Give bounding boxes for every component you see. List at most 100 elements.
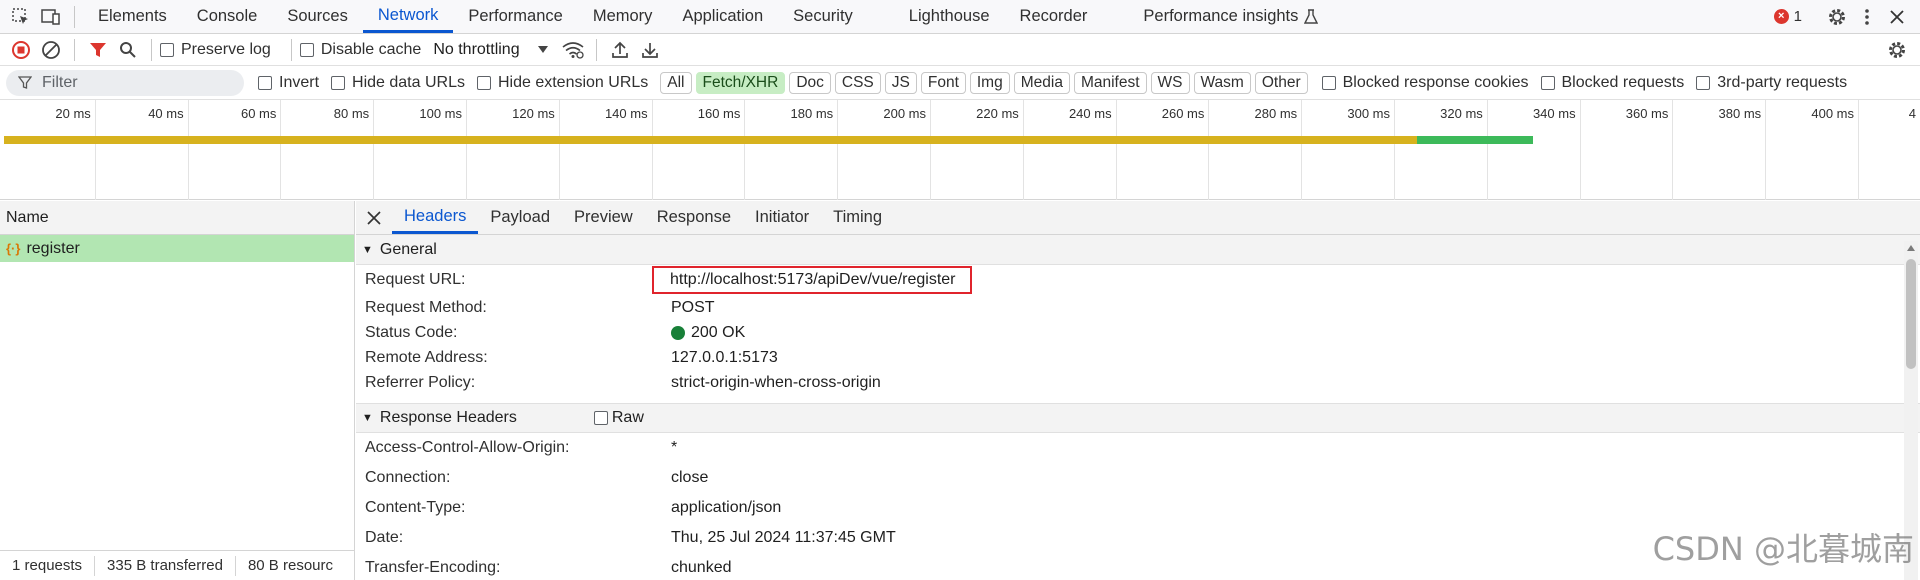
network-settings-gear-icon[interactable] — [1882, 35, 1912, 65]
type-filter-all[interactable]: All — [660, 71, 692, 94]
checkbox-box[interactable] — [160, 42, 174, 57]
more-options-icon[interactable] — [1852, 2, 1882, 32]
timeline-waiting-bar — [4, 136, 1418, 144]
tab-console[interactable]: Console — [182, 0, 273, 33]
throttling-value: No throttling — [433, 40, 520, 58]
type-filter-fetch-xhr[interactable]: Fetch/XHR — [695, 71, 786, 94]
scroll-up-arrow-icon[interactable] — [1907, 245, 1915, 251]
inspect-element-icon[interactable] — [6, 2, 36, 32]
timeline-tick-label: 240 ms — [1068, 106, 1112, 121]
checkbox-box[interactable] — [1540, 75, 1555, 90]
tab-initiator[interactable]: Initiator — [743, 201, 821, 234]
tab-elements[interactable]: Elements — [83, 0, 182, 33]
search-icon[interactable] — [113, 35, 143, 65]
tab-timing[interactable]: Timing — [821, 201, 894, 234]
timeline-gridline — [94, 100, 96, 200]
type-filter-js[interactable]: JS — [884, 71, 917, 94]
timeline-tick-label: 160 ms — [697, 106, 741, 121]
stop-recording-icon[interactable] — [6, 35, 36, 65]
network-conditions-icon[interactable] — [558, 35, 588, 65]
timeline-tick-label: 40 ms — [148, 106, 184, 121]
tab-sources[interactable]: Sources — [272, 0, 363, 33]
name-column-header[interactable]: Name — [0, 201, 354, 235]
checkbox-box[interactable] — [331, 75, 346, 90]
header-row-request-url: Request URL: http://localhost:5173/apiDe… — [356, 265, 1920, 295]
resources-size: 80 B resourc — [247, 557, 333, 574]
filter-funnel-icon — [18, 75, 32, 89]
scrollbar-thumb[interactable] — [1906, 259, 1916, 369]
checkbox-box[interactable] — [593, 411, 608, 425]
type-filter-font[interactable]: Font — [920, 71, 966, 94]
raw-checkbox[interactable]: Raw — [593, 409, 644, 427]
general-section-header[interactable]: ▼ General — [356, 235, 1920, 265]
settings-gear-icon[interactable] — [1822, 2, 1852, 32]
hide-extension-urls-checkbox[interactable]: Hide extension URLs — [476, 74, 648, 92]
checkbox-box[interactable] — [299, 42, 314, 57]
throttling-select[interactable]: No throttling — [433, 40, 548, 59]
checkbox-box[interactable] — [1321, 75, 1336, 90]
tab-application[interactable]: Application — [667, 0, 778, 33]
tab-performance[interactable]: Performance — [453, 0, 577, 33]
third-party-requests-label: 3rd-party requests — [1717, 73, 1848, 91]
tab-preview[interactable]: Preview — [562, 201, 645, 234]
response-headers-section-header[interactable]: ▼ Response Headers Raw — [356, 403, 1920, 433]
tab-lighthouse[interactable]: Lighthouse — [894, 0, 1005, 33]
status-code-text: 200 OK — [691, 323, 746, 341]
tab-performance-insights[interactable]: Performance insights — [1128, 0, 1333, 33]
blocked-response-cookies-checkbox[interactable]: Blocked response cookies — [1321, 74, 1529, 92]
export-har-icon[interactable] — [635, 35, 665, 65]
expand-triangle-icon: ▼ — [362, 243, 373, 256]
status-ok-icon — [671, 325, 685, 340]
type-filter-media[interactable]: Media — [1013, 71, 1070, 94]
tab-security[interactable]: Security — [778, 0, 868, 33]
request-row-register[interactable]: {·} register — [0, 235, 354, 262]
disable-cache-label: Disable cache — [320, 40, 422, 58]
header-key: Date: — [365, 529, 404, 546]
invert-checkbox[interactable]: Invert — [258, 74, 319, 92]
top-right-controls: × 1 — [1773, 2, 1920, 32]
header-row-referrer-policy: Referrer Policy: strict-origin-when-cros… — [356, 370, 1920, 395]
request-url-value: http://localhost:5173/apiDev/vue/registe… — [652, 266, 972, 294]
type-filter-other[interactable]: Other — [1254, 71, 1308, 94]
type-filter-img[interactable]: Img — [969, 71, 1010, 94]
blocked-requests-checkbox[interactable]: Blocked requests — [1540, 74, 1684, 92]
tab-response[interactable]: Response — [645, 201, 743, 234]
raw-label: Raw — [611, 409, 644, 426]
close-devtools-icon[interactable] — [1882, 2, 1912, 32]
tab-memory[interactable]: Memory — [578, 0, 668, 33]
type-filter-doc[interactable]: Doc — [789, 71, 831, 94]
tab-payload[interactable]: Payload — [478, 201, 562, 234]
tab-headers[interactable]: Headers — [392, 201, 479, 234]
header-value: Thu, 25 Jul 2024 11:37:45 GMT — [671, 529, 896, 546]
filter-funnel-icon[interactable] — [83, 35, 113, 65]
checkbox-box[interactable] — [476, 75, 491, 90]
flask-icon — [1304, 8, 1319, 24]
tab-recorder[interactable]: Recorder — [1005, 0, 1103, 33]
type-filter-css[interactable]: CSS — [834, 71, 881, 94]
third-party-requests-checkbox[interactable]: 3rd-party requests — [1696, 74, 1847, 92]
checkbox-box[interactable] — [258, 75, 272, 90]
filter-input[interactable]: Filter — [6, 69, 244, 96]
clear-icon[interactable] — [36, 35, 66, 65]
watermark: CSDN @北暮城南 — [1652, 530, 1914, 568]
device-toolbar-icon[interactable] — [36, 2, 66, 32]
tab-network[interactable]: Network — [362, 0, 454, 33]
checkbox-box[interactable] — [1696, 75, 1711, 90]
header-row-request-method: Request Method: POST — [356, 295, 1920, 320]
hide-data-urls-checkbox[interactable]: Hide data URLs — [331, 74, 465, 92]
preserve-log-checkbox[interactable]: Preserve log — [160, 41, 271, 59]
import-har-icon[interactable] — [605, 35, 635, 65]
header-key: Transfer-Encoding: — [365, 559, 501, 576]
type-filter-manifest[interactable]: Manifest — [1073, 71, 1147, 94]
close-details-icon[interactable] — [356, 201, 392, 234]
type-filter-ws[interactable]: WS — [1150, 71, 1190, 94]
disable-cache-checkbox[interactable]: Disable cache — [299, 40, 422, 59]
timeline-overview[interactable]: 20 ms 40 ms 60 ms 80 ms 100 ms 120 ms 140 ms 16… — [0, 100, 1920, 200]
timeline-gridline — [1486, 100, 1488, 200]
type-filter-wasm[interactable]: Wasm — [1193, 71, 1251, 94]
error-counter[interactable]: × 1 — [1773, 8, 1802, 25]
timeline-gridline — [1672, 100, 1674, 200]
header-key: Connection: — [365, 469, 451, 486]
error-icon: × — [1773, 9, 1789, 24]
timeline-gridline — [373, 100, 375, 200]
